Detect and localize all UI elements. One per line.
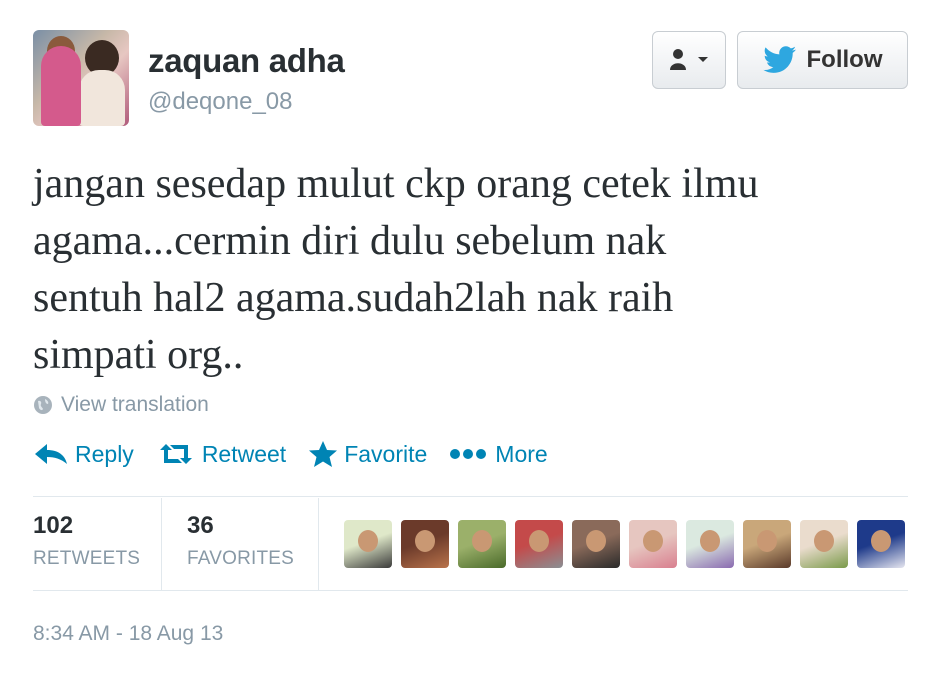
retweet-icon — [159, 444, 192, 464]
more-label: More — [495, 440, 548, 467]
favoriter-4-avatar[interactable] — [515, 520, 563, 568]
tweet-text-line: agama...cermin diri dulu sebelum nak — [33, 218, 667, 264]
favorites-stat[interactable]: 36 FAVORITES — [187, 512, 294, 570]
favoriter-7-avatar[interactable] — [686, 520, 734, 568]
retweet-label: Retweet — [201, 440, 287, 467]
favorites-count: 36 — [187, 512, 214, 539]
chevron-down-icon — [698, 57, 708, 62]
tweet-actions: Reply Retweet Favorite More — [33, 440, 570, 468]
reply-label: Reply — [75, 440, 134, 467]
more-dots-icon — [450, 449, 487, 459]
avatar-face — [472, 530, 492, 552]
globe-icon — [34, 396, 52, 414]
avatar-figure-right — [79, 70, 125, 126]
avatar-face — [814, 530, 834, 552]
twitter-bird-icon — [762, 46, 796, 73]
avatar-face — [643, 530, 663, 552]
avatar-face — [586, 530, 606, 552]
favoriter-3-avatar[interactable] — [458, 520, 506, 568]
favoriter-9-avatar[interactable] — [800, 520, 848, 568]
reply-action[interactable]: Reply — [33, 441, 134, 468]
avatar-face — [415, 530, 435, 552]
more-action[interactable]: More — [449, 440, 548, 468]
favoriter-6-avatar[interactable] — [629, 520, 677, 568]
user-display-name[interactable]: zaquan adha — [148, 42, 345, 80]
view-translation-label: View translation — [61, 393, 209, 416]
star-icon — [309, 441, 338, 467]
favorite-action[interactable]: Favorite — [308, 440, 427, 468]
retweets-count: 102 — [33, 512, 74, 539]
divider-bottom — [33, 590, 908, 591]
favoriter-5-avatar[interactable] — [572, 520, 620, 568]
avatar-face — [529, 530, 549, 552]
stats-separator — [318, 498, 319, 590]
tweet-text-line: jangan sesedap mulut ckp orang cetek ilm… — [33, 161, 759, 207]
favoriters-avatars — [344, 520, 905, 568]
tweet-timestamp[interactable]: 8:34 AM - 18 Aug 13 — [33, 622, 223, 646]
avatar-figure-left — [41, 46, 81, 126]
tweet-text-line: simpati org.. — [33, 332, 244, 378]
favoriter-1-avatar[interactable] — [344, 520, 392, 568]
avatar-face — [757, 530, 777, 552]
favoriter-10-avatar[interactable] — [857, 520, 905, 568]
stats-separator — [161, 498, 162, 590]
retweet-action[interactable]: Retweet — [156, 441, 286, 468]
user-actions-dropdown-button[interactable] — [652, 31, 726, 89]
user-avatar[interactable] — [33, 30, 129, 126]
user-handle[interactable]: @deqone_08 — [148, 88, 293, 116]
favoriter-2-avatar[interactable] — [401, 520, 449, 568]
tweet-text-line: sentuh hal2 agama.sudah2lah nak raih — [33, 275, 674, 321]
follow-button-label: Follow — [806, 46, 883, 73]
person-icon — [670, 49, 686, 70]
retweets-label: RETWEETS — [33, 548, 141, 569]
reply-icon — [35, 444, 67, 464]
view-translation-link[interactable]: View translation — [33, 393, 209, 417]
divider-top — [33, 496, 908, 497]
favorite-label: Favorite — [344, 440, 428, 467]
tweet-text: jangan sesedap mulut ckp orang cetek ilm… — [33, 156, 903, 384]
favoriter-8-avatar[interactable] — [743, 520, 791, 568]
retweets-stat[interactable]: 102 RETWEETS — [33, 512, 140, 570]
avatar-face — [871, 530, 891, 552]
avatar-face — [700, 530, 720, 552]
avatar-face — [358, 530, 378, 552]
favorites-label: FAVORITES — [187, 548, 295, 569]
follow-button[interactable]: Follow — [737, 31, 908, 89]
